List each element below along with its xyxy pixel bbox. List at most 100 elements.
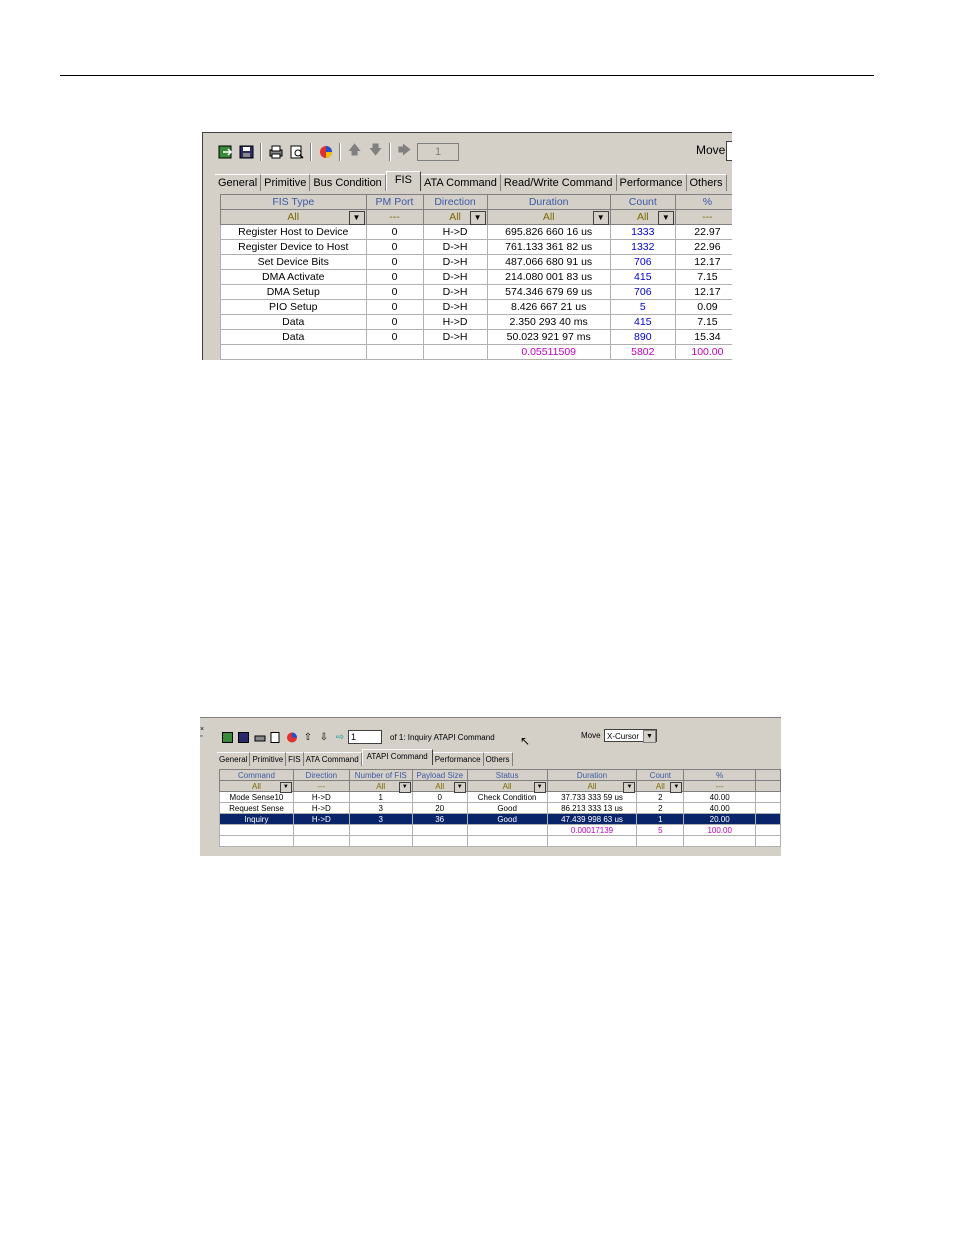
move-select[interactable]: X-Cursor ▼ — [604, 729, 657, 743]
tab-general[interactable]: General — [215, 174, 262, 191]
empty-cell — [292, 835, 350, 847]
color-icon[interactable] — [284, 730, 300, 744]
close-icon[interactable]: × ▫ — [200, 726, 204, 740]
column-header-payload-size[interactable]: Payload Size — [411, 769, 468, 781]
export-icon[interactable] — [220, 730, 236, 744]
column-header-blank[interactable]: % — [683, 769, 757, 781]
chevron-down-icon[interactable]: ▼ — [453, 782, 466, 793]
filter-cell[interactable]: All ▼ — [219, 780, 294, 793]
save-icon[interactable] — [236, 730, 252, 744]
column-header-number-of-fis[interactable]: Number of FIS — [348, 769, 413, 781]
filter-cell — [755, 780, 781, 792]
table-row[interactable]: Request Sense H->D 3 20 Good 86.213 333 13 us… — [219, 802, 781, 814]
filter-cell[interactable]: All ▼ — [220, 209, 367, 225]
cell-duration: 761.133 361 82 us — [486, 239, 611, 255]
column-header-count[interactable]: Count — [609, 194, 676, 210]
filter-cell[interactable]: All ▼ — [546, 780, 638, 793]
column-header-direction[interactable]: Direction — [292, 769, 350, 781]
chevron-down-icon[interactable]: ▼ — [592, 211, 609, 225]
total-cell — [365, 344, 424, 360]
filter-cell[interactable]: All ▼ — [636, 780, 685, 793]
column-header-duration[interactable]: Duration — [486, 194, 611, 210]
color-icon[interactable] — [315, 142, 336, 162]
cell-blank: 22.97 — [674, 224, 732, 240]
column-header-fis-type[interactable]: FIS Type — [220, 194, 367, 210]
tab-others[interactable]: Others — [686, 174, 727, 191]
tab-performance[interactable]: Performance — [616, 174, 687, 191]
tab-primitive[interactable]: Primitive — [261, 174, 311, 191]
table-row[interactable]: Mode Sense10 H->D 1 0 Check Condition 37.733 … — [219, 791, 781, 803]
cell-number-of-fis: 3 — [348, 802, 413, 814]
table-row[interactable]: Inquiry H->D 3 36 Good 47.439 998 63 us 1 20.00 — [219, 813, 781, 825]
column-header-pm-port[interactable]: PM Port — [365, 194, 424, 210]
chevron-down-icon[interactable]: ▼ — [469, 211, 486, 225]
print-preview-icon[interactable] — [268, 730, 284, 744]
tab-ata-command[interactable]: ATA Command — [303, 752, 362, 766]
save-icon[interactable] — [236, 142, 257, 162]
tab-performance[interactable]: Performance — [432, 752, 484, 766]
table-row[interactable]: Register Host to Device 0 H->D 695.826 660 … — [220, 224, 732, 240]
filter-cell[interactable]: All ▼ — [609, 209, 676, 225]
total-cell — [348, 824, 413, 836]
chevron-down-icon[interactable]: ▼ — [643, 730, 656, 743]
print-preview-icon[interactable] — [286, 142, 307, 162]
filter-cell[interactable]: All ▼ — [411, 780, 468, 793]
chevron-down-icon[interactable]: ▼ — [398, 782, 411, 793]
arrow-down-icon[interactable]: ⇩ — [316, 730, 332, 744]
table-row[interactable]: Data 0 D->H 50.023 921 97 ms 890 15.34 — [220, 329, 732, 345]
filter-cell[interactable]: All ▼ — [486, 209, 611, 225]
table-row[interactable]: DMA Setup 0 D->H 574.346 679 69 us 706 12.17 — [220, 284, 732, 300]
filter-value: --- — [389, 211, 400, 223]
column-header-blank[interactable]: % — [674, 194, 732, 210]
table-row[interactable]: Set Device Bits 0 D->H 487.066 680 91 us 706… — [220, 254, 732, 270]
table-row[interactable]: PIO Setup 0 D->H 8.426 667 21 us 5 0.09 — [220, 299, 732, 315]
cell-duration: 47.439 998 63 us — [546, 813, 638, 825]
tab-read-write-command[interactable]: Read/Write Command — [500, 174, 617, 191]
arrow-up-icon[interactable]: 🡅 — [344, 142, 365, 162]
cell-direction: H->D — [422, 224, 488, 240]
arrow-right-icon[interactable]: 🡆 — [394, 142, 415, 162]
tab-bus-condition[interactable]: Bus Condition — [310, 174, 386, 191]
arrow-right-icon[interactable]: ⇨ — [332, 730, 348, 744]
arrow-down-icon[interactable]: 🡇 — [365, 142, 386, 162]
column-header-command[interactable]: Command — [219, 769, 294, 781]
table-row[interactable]: DMA Activate 0 D->H 214.080 001 83 us 415 7.1… — [220, 269, 732, 285]
tab-others[interactable]: Others — [483, 752, 513, 766]
table-row[interactable]: Register Device to Host 0 D->H 761.133 361 … — [220, 239, 732, 255]
column-header-status[interactable]: Status — [466, 769, 548, 781]
cell-status: Check Condition — [466, 791, 548, 803]
chevron-down-icon[interactable]: ▼ — [279, 782, 292, 793]
chevron-down-icon[interactable]: ▼ — [657, 211, 674, 225]
tab-general[interactable]: General — [217, 752, 251, 766]
page-number-input[interactable]: 1 — [348, 730, 382, 744]
filter-cell[interactable]: All ▼ — [466, 780, 548, 793]
table-row[interactable]: Data 0 H->D 2.350 293 40 ms 415 7.15 — [220, 314, 732, 330]
tab-fis[interactable]: FIS — [286, 752, 304, 766]
total-cell — [755, 824, 781, 836]
chevron-down-icon[interactable]: ▼ — [670, 782, 683, 793]
move-select[interactable] — [726, 141, 732, 161]
column-header-duration[interactable]: Duration — [546, 769, 638, 781]
cell-direction: D->H — [422, 254, 488, 270]
filter-value: All — [502, 781, 512, 791]
tab-primitive[interactable]: Primitive — [250, 752, 287, 766]
column-header-count[interactable]: Count — [636, 769, 685, 781]
total-cell — [466, 824, 548, 836]
tab-ata-command[interactable]: ATA Command — [420, 174, 501, 191]
column-header-blank[interactable] — [755, 769, 781, 781]
cell-duration: 8.426 667 21 us — [486, 299, 611, 315]
export-icon[interactable] — [215, 142, 236, 162]
tab-fis[interactable]: FIS — [385, 171, 421, 191]
tab-atapi-command[interactable]: ATAPI Command — [361, 749, 433, 765]
column-header-direction[interactable]: Direction — [422, 194, 488, 210]
chevron-down-icon[interactable]: ▼ — [348, 211, 365, 225]
print-icon[interactable] — [265, 142, 286, 162]
chevron-down-icon[interactable]: ▼ — [623, 782, 636, 793]
chevron-down-icon[interactable]: ▼ — [533, 782, 546, 793]
cell-fis-type: Set Device Bits — [220, 254, 367, 270]
filter-cell[interactable]: All ▼ — [348, 780, 413, 793]
print-icon[interactable] — [252, 730, 268, 744]
page-number-input[interactable]: 1 — [417, 143, 459, 161]
filter-cell[interactable]: All ▼ — [422, 209, 488, 225]
arrow-up-icon[interactable]: ⇧ — [300, 730, 316, 744]
